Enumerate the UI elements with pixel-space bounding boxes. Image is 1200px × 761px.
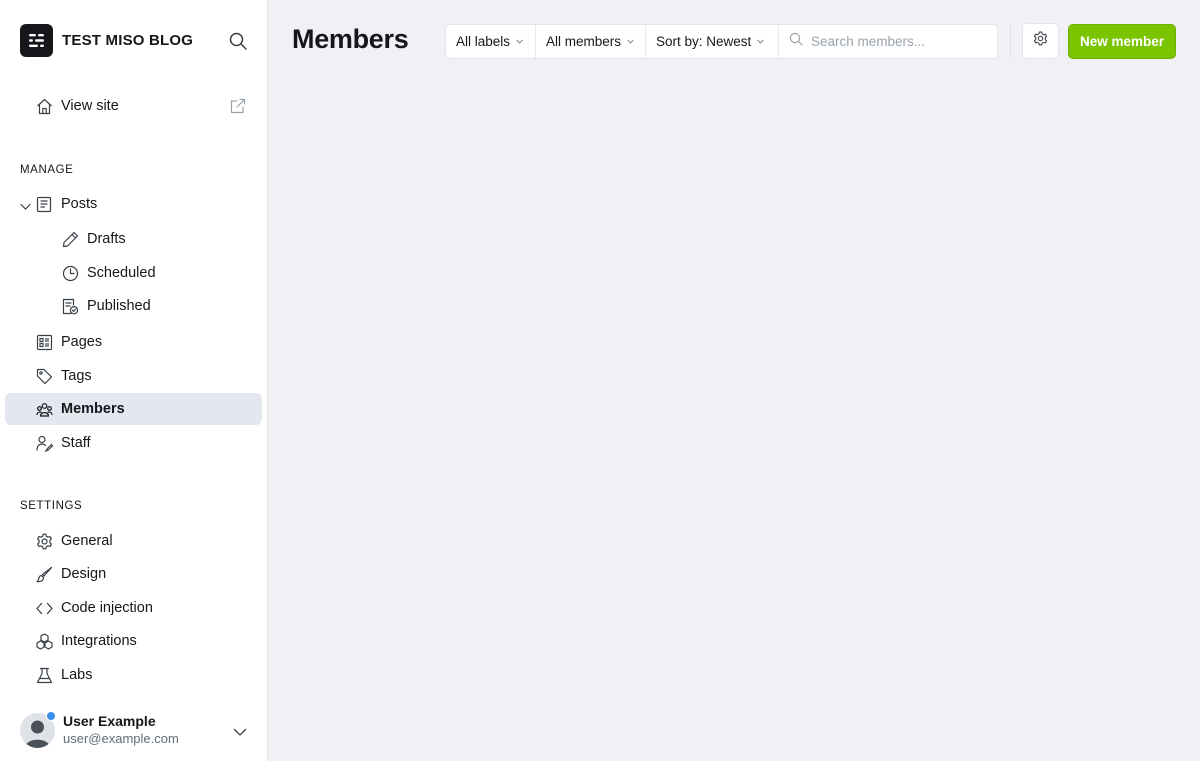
nav-staff[interactable]: Staff: [5, 427, 262, 459]
posts-icon: [36, 196, 53, 213]
chevron-down-icon[interactable]: [233, 724, 247, 736]
pages-icon: [36, 334, 53, 351]
filter-bar: All labels All members Sort by: Newest: [445, 24, 998, 59]
nav-labs-label: Labs: [61, 667, 93, 683]
labels-filter-value: All labels: [456, 34, 511, 49]
nav-view-site[interactable]: View site: [5, 90, 262, 122]
nav-integrations[interactable]: Integrations: [5, 625, 262, 657]
code-icon: [36, 600, 53, 617]
member-search[interactable]: [779, 25, 997, 58]
nav-posts-label: Posts: [61, 196, 98, 212]
flask-icon: [36, 667, 53, 684]
nav-staff-label: Staff: [61, 435, 91, 451]
labels-filter-dropdown[interactable]: All labels: [446, 25, 536, 58]
brand-name: TEST MISO BLOG: [62, 32, 194, 49]
published-icon: [62, 298, 79, 315]
integrations-icon: [36, 633, 53, 650]
chevron-down-icon: [757, 39, 765, 44]
members-filter-value: All members: [546, 34, 622, 49]
external-link-icon[interactable]: [230, 98, 246, 114]
nav-tags-label: Tags: [61, 368, 92, 384]
new-member-button[interactable]: New member: [1068, 24, 1176, 59]
pencil-icon: [62, 231, 79, 248]
nav-pages[interactable]: Pages: [5, 326, 262, 358]
nav-design-label: Design: [61, 566, 107, 582]
search-icon[interactable]: [228, 31, 248, 51]
members-filter-dropdown[interactable]: All members: [536, 25, 646, 58]
member-settings-button[interactable]: [1022, 23, 1059, 59]
home-icon: [36, 98, 53, 115]
user-email: user@example.com: [63, 731, 179, 746]
nav-scheduled-label: Scheduled: [87, 265, 156, 281]
sort-value: Sort by: Newest: [656, 34, 752, 49]
nav-general[interactable]: General: [5, 525, 262, 557]
nav-published-label: Published: [87, 298, 151, 314]
online-status-badge: [46, 711, 56, 721]
members-icon: [36, 401, 53, 418]
chevron-down-icon: [627, 39, 634, 44]
nav-design[interactable]: Design: [5, 558, 262, 590]
nav-published[interactable]: Published: [5, 290, 262, 322]
gear-icon: [1033, 31, 1048, 51]
nav-drafts[interactable]: Drafts: [5, 223, 262, 255]
sort-dropdown[interactable]: Sort by: Newest: [646, 25, 779, 58]
nav-drafts-label: Drafts: [87, 231, 126, 247]
nav-posts[interactable]: Posts: [5, 188, 262, 220]
brush-icon: [36, 566, 53, 583]
nav-pages-label: Pages: [61, 334, 103, 350]
ghost-logo-icon: [20, 24, 53, 57]
nav-integrations-label: Integrations: [61, 633, 137, 649]
nav-members-label: Members: [61, 401, 125, 417]
nav-members[interactable]: Members: [5, 393, 262, 425]
manage-heading: MANAGE: [20, 164, 74, 176]
search-input[interactable]: [811, 34, 991, 49]
nav-general-label: General: [61, 533, 113, 549]
nav-view-site-label: View site: [61, 98, 119, 114]
search-icon: [789, 32, 803, 51]
settings-heading: SETTINGS: [20, 500, 83, 512]
user-name: User Example: [63, 713, 156, 729]
nav-code-injection[interactable]: Code injection: [5, 592, 262, 624]
clock-icon: [62, 265, 79, 282]
sidebar: TEST MISO BLOG View site MANAGE Posts Dr…: [0, 0, 268, 761]
chevron-down-icon[interactable]: [20, 199, 31, 210]
nav-code-injection-label: Code injection: [61, 600, 153, 616]
nav-tags[interactable]: Tags: [5, 360, 262, 392]
gear-icon: [36, 533, 53, 550]
user-menu[interactable]: User Example user@example.com: [20, 711, 255, 748]
toolbar-divider: [1010, 24, 1011, 58]
brand[interactable]: TEST MISO BLOG: [20, 24, 193, 57]
tag-icon: [36, 368, 53, 385]
staff-icon: [36, 435, 54, 453]
page-title: Members: [292, 24, 409, 54]
nav-labs[interactable]: Labs: [5, 659, 262, 691]
nav-scheduled[interactable]: Scheduled: [5, 257, 262, 289]
chevron-down-icon: [516, 39, 523, 44]
